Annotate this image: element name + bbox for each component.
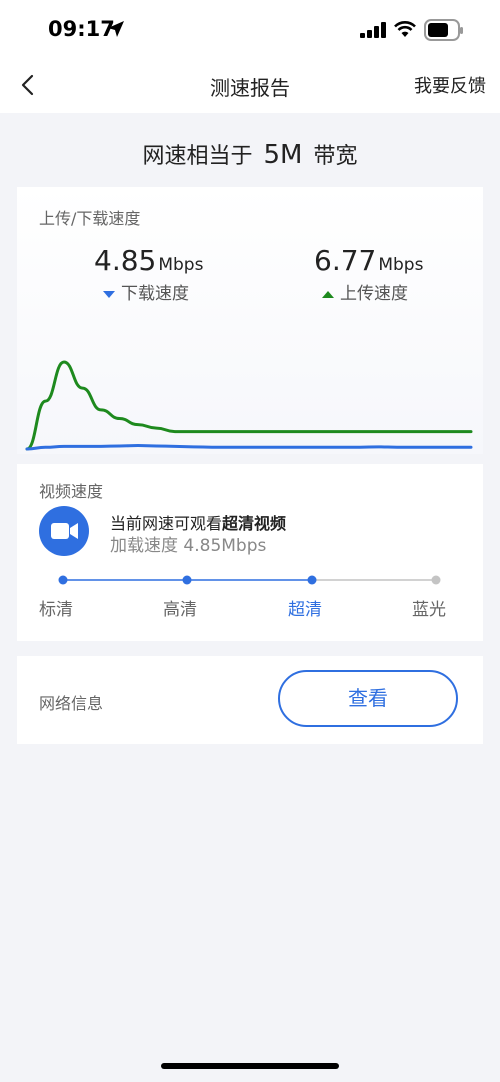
battery-icon — [424, 19, 463, 41]
chart-series-1 — [25, 444, 473, 451]
cellular-signal-icon — [360, 22, 386, 38]
triangle-down-icon — [103, 290, 115, 298]
quality-progress — [58, 575, 441, 585]
upload-speed-label: 上传速度 — [322, 279, 408, 304]
network-info-label: 网络信息 — [39, 694, 104, 713]
status-bar: 09:17 — [0, 0, 500, 60]
headline-prefix: 网速相当于 — [142, 144, 253, 169]
upload-label: 上传速度 — [340, 284, 408, 304]
speed-chart — [25, 360, 473, 451]
quality-dot — [58, 575, 68, 585]
view-button[interactable]: 查看 — [278, 670, 458, 727]
quality-dot — [431, 575, 441, 585]
quality-dot — [182, 575, 192, 585]
video-card: 视频速度 当前网速可观看超清视频 加载速度 4.85Mbps 标清 高清 超清 蓝光 — [17, 464, 483, 641]
location-arrow-icon — [108, 21, 124, 37]
chart-series-0 — [25, 360, 473, 451]
bandwidth-value: 5M — [263, 140, 303, 170]
speed-card: 上传/下载速度 4.85 Mbps 下载速度 6.77 Mbps 上传速度 — [17, 187, 483, 454]
status-time: 09:17 — [48, 17, 115, 41]
download-speed-value: 4.85 Mbps — [94, 244, 203, 277]
quality-label: 高清 — [163, 600, 197, 620]
bandwidth-headline: 网速相当于 5M 带宽 — [0, 138, 500, 170]
upload-value: 6.77 — [314, 244, 377, 277]
feedback-button[interactable]: 我要反馈 — [414, 72, 486, 98]
nav-bar: 测速报告 我要反馈 — [0, 60, 500, 113]
network-info-card: 网络信息 查看 — [17, 656, 483, 744]
upload-unit: Mbps — [378, 255, 424, 275]
quality-dot — [307, 575, 317, 585]
headline-suffix: 带宽 — [313, 144, 358, 169]
quality-label: 超清 — [288, 600, 322, 620]
download-value: 4.85 — [94, 244, 157, 277]
video-load-speed: 加载速度 4.85Mbps — [110, 536, 267, 556]
quality-label: 蓝光 — [412, 600, 446, 620]
wifi-icon — [394, 21, 416, 37]
download-label: 下载速度 — [121, 284, 189, 304]
quality-label: 标清 — [39, 600, 73, 620]
video-card-label: 视频速度 — [39, 482, 104, 501]
upload-speed-value: 6.77 Mbps — [314, 244, 423, 277]
speed-card-label: 上传/下载速度 — [39, 209, 141, 228]
video-camera-icon — [39, 506, 89, 556]
home-indicator — [161, 1063, 339, 1069]
download-unit: Mbps — [158, 255, 204, 275]
download-speed-label: 下载速度 — [103, 279, 189, 304]
triangle-up-icon — [322, 290, 334, 298]
